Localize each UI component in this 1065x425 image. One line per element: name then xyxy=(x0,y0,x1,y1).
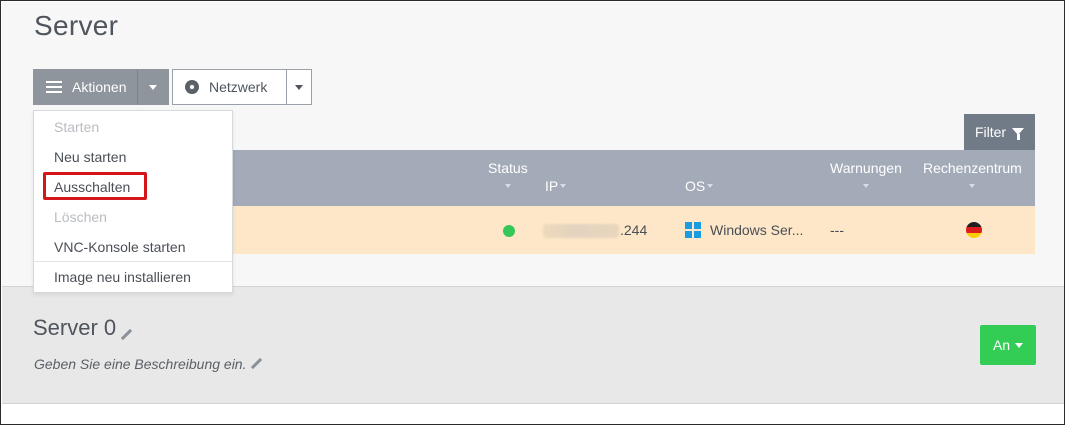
sort-icon xyxy=(504,184,511,188)
germany-flag-icon xyxy=(966,222,982,238)
sort-icon xyxy=(969,184,976,188)
filter-button-label: Filter xyxy=(974,124,1007,140)
menu-divider xyxy=(34,261,232,262)
column-label-warnings: Warnungen xyxy=(830,160,902,176)
network-button-label: Netzwerk xyxy=(209,79,268,95)
column-label-status: Status xyxy=(488,160,528,176)
list-icon xyxy=(46,81,62,93)
server-name-text: Server 0 xyxy=(33,315,117,340)
server-description-text: Geben Sie eine Beschreibung ein. xyxy=(34,356,247,372)
column-header-os[interactable]: OS xyxy=(685,178,714,194)
server-name: Server 0 xyxy=(33,315,132,341)
sort-icon xyxy=(560,184,567,188)
column-label-datacenter: Rechenzentrum xyxy=(923,160,1022,176)
column-header-warnings[interactable]: Warnungen xyxy=(830,160,902,188)
funnel-icon xyxy=(1012,127,1025,140)
column-header-datacenter[interactable]: Rechenzentrum xyxy=(923,160,1022,188)
os-value: Windows Ser... xyxy=(710,222,804,238)
page-title: Server xyxy=(34,10,119,41)
ip-suffix: .244 xyxy=(620,222,648,238)
power-state-label: An xyxy=(992,337,1011,353)
status-online-icon xyxy=(503,225,515,237)
power-state-button[interactable]: An xyxy=(980,325,1036,365)
menu-item-restart[interactable]: Neu starten xyxy=(54,149,126,165)
chevron-down-icon xyxy=(295,84,303,90)
network-button[interactable]: Netzwerk xyxy=(172,69,286,105)
edit-pencil-icon[interactable] xyxy=(250,358,262,370)
menu-item-shutdown[interactable]: Ausschalten xyxy=(54,179,130,195)
column-label-ip: IP xyxy=(545,178,559,194)
column-label-os: OS xyxy=(685,178,706,194)
chevron-down-icon xyxy=(149,84,157,90)
windows-icon xyxy=(685,222,701,238)
server-detail-panel: Server 0 Geben Sie eine Beschreibung ein… xyxy=(2,286,1064,404)
table-header: Status IP OS Warnungen Rechenzentrum xyxy=(232,150,1035,206)
chevron-down-icon xyxy=(1015,342,1024,348)
actions-button-label: Aktionen xyxy=(72,79,127,95)
column-header-ip[interactable]: IP xyxy=(545,178,567,194)
filter-button[interactable]: Filter xyxy=(964,114,1035,150)
edit-pencil-icon[interactable] xyxy=(120,329,132,341)
app-frame: Server Aktionen Netzwerk Filter Status I… xyxy=(0,0,1065,425)
ip-redacted xyxy=(543,224,619,238)
server-description[interactable]: Geben Sie eine Beschreibung ein. xyxy=(34,356,262,372)
sort-icon xyxy=(707,184,714,188)
network-dropdown-toggle[interactable] xyxy=(286,69,312,105)
network-icon xyxy=(185,80,199,94)
actions-button-group: Aktionen xyxy=(33,69,169,105)
menu-item-reinstall-image[interactable]: Image neu installieren xyxy=(54,269,191,285)
column-header-status[interactable]: Status xyxy=(488,160,528,188)
actions-dropdown-toggle[interactable] xyxy=(137,69,169,105)
menu-item-vnc-console[interactable]: VNC-Konsole starten xyxy=(54,239,186,255)
menu-item-start: Starten xyxy=(54,119,100,135)
sort-icon xyxy=(862,184,869,188)
actions-dropdown-menu: Starten Neu starten Ausschalten Löschen … xyxy=(33,110,233,293)
menu-item-delete: Löschen xyxy=(54,209,107,225)
table-row[interactable]: .244 Windows Ser... --- xyxy=(232,206,1035,254)
network-button-group: Netzwerk xyxy=(172,69,312,105)
actions-button[interactable]: Aktionen xyxy=(33,69,137,105)
warnings-value: --- xyxy=(830,222,844,238)
